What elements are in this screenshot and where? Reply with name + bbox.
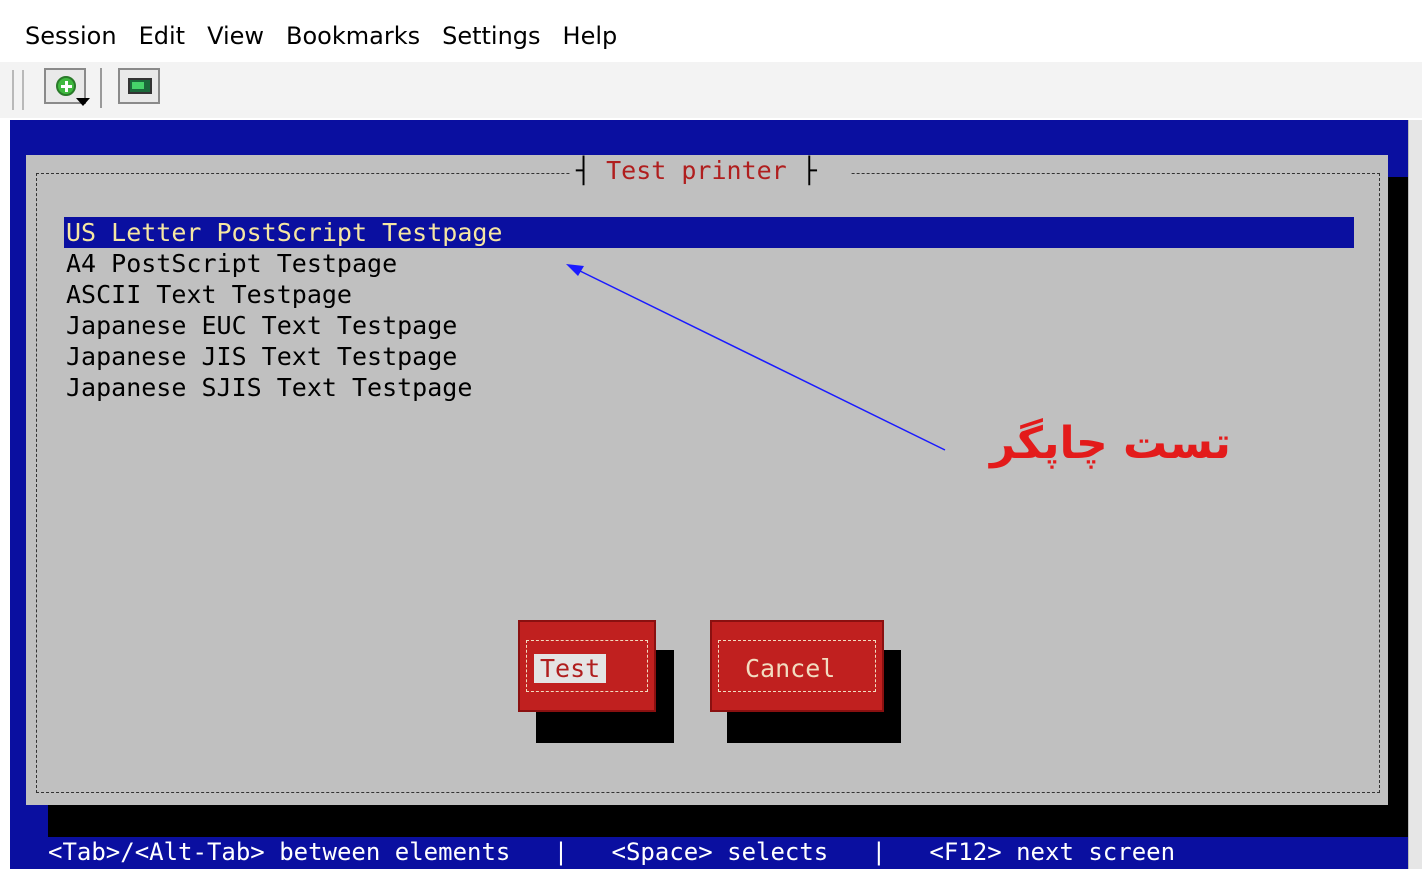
dialog-title: ┤ Test printer ├ <box>576 156 817 185</box>
dropdown-arrow-icon <box>76 98 90 106</box>
menu-view[interactable]: View <box>207 22 264 50</box>
dialog-shadow-right <box>1388 177 1408 837</box>
list-item-japanese-sjis[interactable]: Japanese SJIS Text Testpage <box>64 372 1354 403</box>
toolbar-separator <box>100 68 106 108</box>
menu-help[interactable]: Help <box>563 22 618 50</box>
dialog-title-text: Test printer <box>606 156 787 185</box>
menu-session[interactable]: Session <box>25 22 117 50</box>
add-session-icon <box>56 76 76 96</box>
terminal-button[interactable] <box>118 68 160 104</box>
scrollbar[interactable] <box>1408 120 1422 869</box>
cancel-button-label: Cancel <box>745 654 836 683</box>
status-bar: <Tab>/<Alt-Tab> between elements | <Spac… <box>48 838 1176 866</box>
list-item-a4[interactable]: A4 PostScript Testpage <box>64 248 1354 279</box>
test-button[interactable]: Test <box>518 620 656 712</box>
toolbar <box>0 62 1422 118</box>
terminal-icon <box>128 78 152 94</box>
menu-settings[interactable]: Settings <box>442 22 540 50</box>
testpage-list[interactable]: US Letter PostScript Testpage A4 PostScr… <box>64 217 1354 403</box>
menu-bar: Session Edit View Bookmarks Settings Hel… <box>0 10 1422 62</box>
new-session-button[interactable] <box>44 68 90 106</box>
list-item-japanese-jis[interactable]: Japanese JIS Text Testpage <box>64 341 1354 372</box>
toolbar-grip[interactable] <box>12 70 24 110</box>
menu-edit[interactable]: Edit <box>139 22 185 50</box>
menu-bookmarks[interactable]: Bookmarks <box>286 22 420 50</box>
test-button-label: Test <box>534 654 607 683</box>
dialog-shadow-bottom <box>48 803 1388 837</box>
list-item-ascii[interactable]: ASCII Text Testpage <box>64 279 1354 310</box>
list-item-us-letter[interactable]: US Letter PostScript Testpage <box>64 217 1354 248</box>
cancel-button[interactable]: Cancel <box>710 620 884 712</box>
annotation-label: تست چاپگر <box>990 418 1231 469</box>
list-item-japanese-euc[interactable]: Japanese EUC Text Testpage <box>64 310 1354 341</box>
